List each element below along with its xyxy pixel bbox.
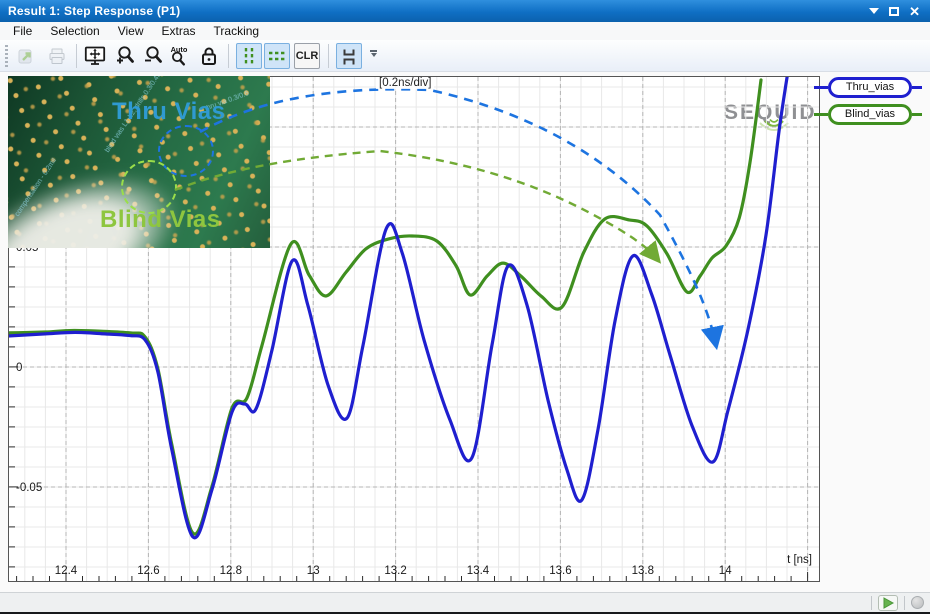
- toolbar-separator: [228, 44, 229, 68]
- close-icon[interactable]: ✕: [909, 5, 920, 18]
- horizontal-cursors-button[interactable]: [264, 43, 290, 69]
- printer-icon: [46, 45, 68, 67]
- legend-line-stub: [912, 86, 922, 89]
- clear-cursors-button[interactable]: CLR: [294, 43, 320, 69]
- menu-item-file[interactable]: File: [4, 23, 41, 39]
- x-tick-label: 13.4: [467, 565, 490, 577]
- status-led-icon: [911, 596, 924, 609]
- x-tick-label: 13.8: [632, 565, 654, 577]
- maximize-icon[interactable]: [889, 7, 899, 16]
- window-title: Result 1: Step Response (P1): [0, 4, 180, 18]
- legend-pill: Thru_vias: [828, 77, 912, 98]
- auto-zoom-icon: Auto: [167, 44, 191, 68]
- statusbar-separator: [871, 596, 872, 610]
- pcb-photo-inset: blind vias L1-L2, drills 0.3/0.45/0.6 co…: [8, 76, 270, 248]
- y-tick-label: -0.05: [16, 482, 42, 494]
- print-button[interactable]: [44, 43, 70, 69]
- y-tick-label: 0: [16, 362, 22, 374]
- thru-vias-label: Thru Vias: [112, 98, 225, 126]
- minimize-icon[interactable]: [869, 8, 879, 14]
- menu-item-tracking[interactable]: Tracking: [205, 23, 269, 39]
- menu-item-view[interactable]: View: [109, 23, 153, 39]
- pan-view-button[interactable]: [82, 43, 108, 69]
- toolbar-separator: [76, 44, 77, 68]
- toolbar: Auto CLR: [0, 40, 930, 72]
- zoom-in-icon: [113, 44, 137, 68]
- export-icon: [16, 45, 38, 67]
- toolbar-separator: [328, 44, 329, 68]
- menu-item-selection[interactable]: Selection: [41, 23, 108, 39]
- export-button[interactable]: [14, 43, 40, 69]
- x-tick-label: 12.8: [220, 565, 242, 577]
- horizontal-cursors-icon: [266, 45, 288, 67]
- x-tick-label: 12.6: [137, 565, 159, 577]
- vertical-cursors-icon: [238, 45, 260, 67]
- app-window: Result 1: Step Response (P1) ✕ FileSelec…: [0, 0, 930, 614]
- legend-item-blind-vias[interactable]: Blind_vias: [814, 104, 922, 124]
- legend-line-stub: [814, 113, 828, 116]
- x-tick-label: 13.2: [384, 565, 406, 577]
- play-button[interactable]: [878, 595, 898, 611]
- title-bar[interactable]: Result 1: Step Response (P1) ✕: [0, 0, 930, 22]
- blind-vias-label: Blind Vias: [100, 206, 221, 234]
- auto-zoom-button[interactable]: Auto: [166, 43, 192, 69]
- chevron-down-icon: [371, 53, 377, 57]
- client-area: SEQUID 12.412.612.81313.213.413.613.8140…: [0, 72, 930, 592]
- statusbar-separator: [904, 596, 905, 610]
- legend: Thru_vias Blind_vias: [814, 77, 922, 131]
- lock-icon: [197, 44, 221, 68]
- x-tick-label: 13.6: [549, 565, 571, 577]
- play-icon: [881, 596, 895, 610]
- status-bar: [0, 592, 930, 612]
- scale-annotation: [0.2ns/div]: [376, 77, 434, 89]
- overflow-bar-icon: [370, 50, 377, 52]
- x-tick-label: 12.4: [55, 565, 78, 577]
- lock-zoom-button[interactable]: [196, 43, 222, 69]
- zoom-out-icon: [141, 44, 165, 68]
- toolbar-drag-handle[interactable]: [5, 45, 8, 67]
- legend-line-stub: [912, 113, 922, 116]
- menu-item-extras[interactable]: Extras: [153, 23, 205, 39]
- x-tick-label: 14: [719, 565, 732, 577]
- pan-monitor-icon: [83, 44, 107, 68]
- clr-label: CLR: [296, 50, 319, 62]
- vertical-cursors-button[interactable]: [236, 43, 262, 69]
- legend-item-thru-vias[interactable]: Thru_vias: [814, 77, 922, 97]
- legend-line-stub: [814, 86, 828, 89]
- menu-bar: FileSelectionViewExtrasTracking: [0, 22, 930, 40]
- plot-area[interactable]: SEQUID 12.412.612.81313.213.413.613.8140…: [8, 76, 820, 582]
- zoom-out-button[interactable]: [140, 43, 166, 69]
- step-display-button[interactable]: [336, 43, 362, 69]
- x-tick-label: 13: [307, 565, 320, 577]
- x-axis-label: t [ns]: [787, 554, 812, 566]
- toolbar-overflow-button[interactable]: [370, 50, 377, 57]
- legend-pill: Blind_vias: [828, 104, 912, 125]
- zoom-in-button[interactable]: [112, 43, 138, 69]
- step-display-icon: [338, 45, 360, 67]
